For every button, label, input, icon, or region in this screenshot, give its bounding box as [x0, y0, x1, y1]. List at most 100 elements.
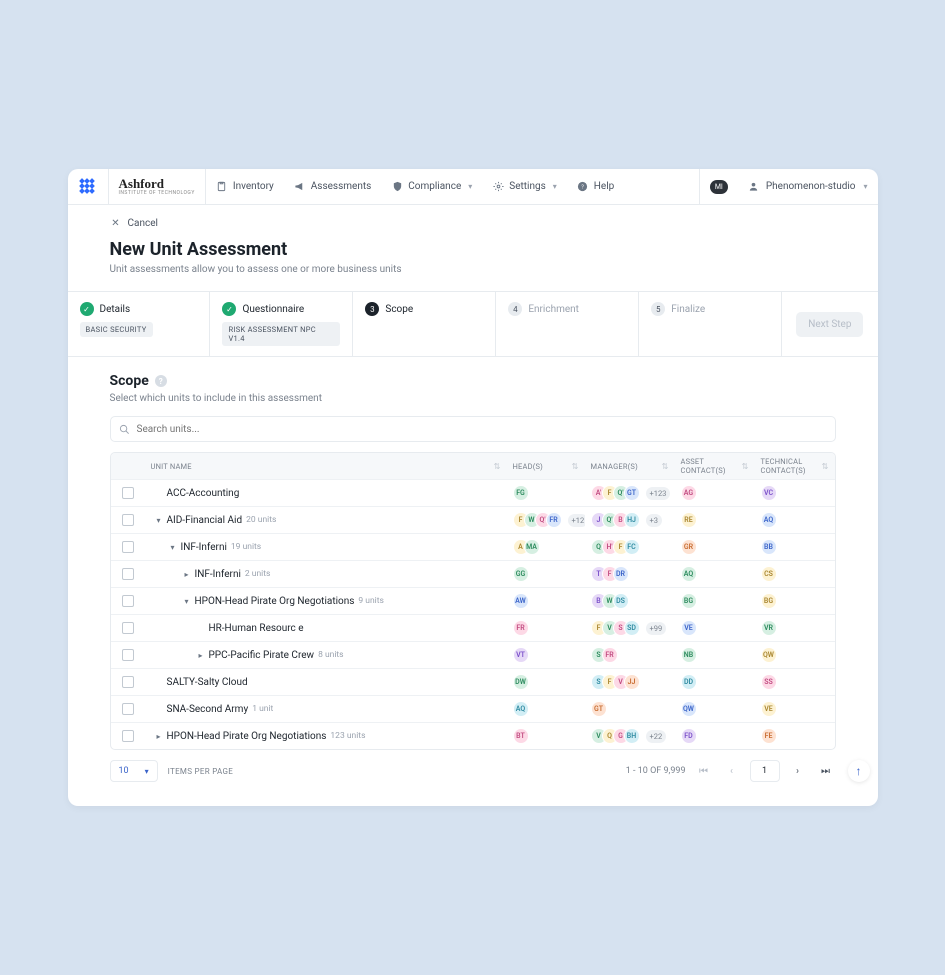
table-row[interactable]: ACC-AccountingFGA'FQ'GT+123AGVC [111, 479, 835, 506]
next-step-button[interactable]: Next Step [796, 312, 863, 337]
avatar[interactable]: BT [513, 728, 529, 744]
avatar-overflow[interactable]: +123 [646, 487, 671, 500]
notif-badge[interactable]: MI [710, 180, 728, 194]
avatar[interactable]: GG [513, 566, 529, 582]
avatar[interactable]: VR [761, 620, 777, 636]
avatar[interactable]: GT [624, 485, 640, 501]
nav-assessments[interactable]: Assessments [284, 169, 382, 204]
table-row[interactable]: HR-Human Resourc eFRFVSSD+99VEVR [111, 614, 835, 641]
table-row[interactable]: SALTY-Salty CloudDWSFVJJDDSS [111, 668, 835, 695]
row-checkbox[interactable] [122, 595, 134, 607]
avatar[interactable]: FR [513, 620, 529, 636]
col-unit[interactable]: UNIT NAME⇅ [145, 462, 507, 471]
nav-compliance[interactable]: Compliance ▾ [381, 169, 482, 204]
table-row[interactable]: SNA-Second Army1 unitAQGTQWVE [111, 695, 835, 722]
row-checkbox[interactable] [122, 730, 134, 742]
table-row[interactable]: ▸HPON-Head Pirate Org Negotiations123 un… [111, 722, 835, 749]
col-managers[interactable]: MANAGER(S)⇅ [585, 462, 675, 471]
search-box[interactable] [110, 416, 836, 442]
step-details[interactable]: ✓Details BASIC SECURITY [68, 292, 211, 356]
page-last-icon[interactable]: ⏭ [816, 761, 836, 781]
avatar[interactable]: AQ [513, 701, 529, 717]
table-row[interactable]: ▾HPON-Head Pirate Org Negotiations9 unit… [111, 587, 835, 614]
search-input[interactable] [137, 424, 827, 435]
avatar[interactable]: FR [602, 647, 618, 663]
avatar-overflow[interactable]: +22 [646, 730, 667, 743]
avatar[interactable]: GT [591, 701, 607, 717]
avatar[interactable]: BB [761, 539, 777, 555]
row-checkbox[interactable] [122, 514, 134, 526]
caret-down-icon[interactable]: ▾ [183, 597, 191, 606]
avatar[interactable]: JJ [624, 674, 640, 690]
avatar[interactable]: VE [761, 701, 777, 717]
table-row[interactable]: ▸INF-Inferni2 unitsGGTFDRAQCS [111, 560, 835, 587]
caret-right-icon[interactable]: ▸ [183, 570, 191, 579]
caret-right-icon[interactable]: ▸ [155, 732, 163, 741]
step-finalize[interactable]: 5Finalize [639, 292, 782, 356]
avatar[interactable]: AQ [681, 566, 697, 582]
avatar[interactable]: DS [613, 593, 629, 609]
avatar[interactable]: AG [681, 485, 697, 501]
avatar-overflow[interactable]: +12 [568, 514, 585, 527]
cancel-button[interactable]: ✕ Cancel [68, 205, 878, 229]
avatar[interactable]: AQ [761, 512, 777, 528]
avatar[interactable]: QW [681, 701, 697, 717]
avatar[interactable]: FD [681, 728, 697, 744]
nav-help[interactable]: ? Help [567, 169, 624, 204]
col-heads[interactable]: HEAD(S)⇅ [507, 462, 585, 471]
avatar-overflow[interactable]: +99 [646, 622, 667, 635]
col-tech[interactable]: TECHNICAL CONTACT(S)⇅ [755, 457, 835, 475]
page-first-icon[interactable]: ⏮ [694, 761, 714, 781]
brand-cell[interactable]: Ashford INSTITUTE OF TECHNOLOGY [109, 169, 206, 204]
avatar[interactable]: CS [761, 566, 777, 582]
col-asset[interactable]: ASSET CONTACT(S)⇅ [675, 457, 755, 475]
row-checkbox[interactable] [122, 703, 134, 715]
avatar-overflow[interactable]: +3 [646, 514, 662, 527]
caret-right-icon[interactable]: ▸ [197, 651, 205, 660]
nav-inventory[interactable]: Inventory [206, 169, 284, 204]
user-menu[interactable]: Phenomenon-studio ▾ [738, 169, 878, 204]
avatar[interactable]: VT [513, 647, 529, 663]
step-scope[interactable]: 3Scope [353, 292, 496, 356]
avatar[interactable]: FC [624, 539, 640, 555]
logo-cell[interactable] [68, 169, 109, 204]
step-enrichment[interactable]: 4Enrichment [496, 292, 639, 356]
caret-down-icon[interactable]: ▾ [155, 516, 163, 525]
row-checkbox[interactable] [122, 649, 134, 661]
table-row[interactable]: ▸PPC-Pacific Pirate Crew8 unitsVTSFRNBQW [111, 641, 835, 668]
avatar[interactable]: DD [681, 674, 697, 690]
avatar[interactable]: FG [513, 485, 529, 501]
per-page-select[interactable]: 10 ▾ [110, 760, 158, 782]
avatar[interactable]: AW [513, 593, 529, 609]
avatar[interactable]: SS [761, 674, 777, 690]
avatar[interactable]: DR [613, 566, 629, 582]
avatar[interactable]: HJ [624, 512, 640, 528]
help-tip-icon[interactable]: ? [155, 375, 167, 387]
step-questionnaire[interactable]: ✓Questionnaire RISK ASSESSMENT NPC V1.4 [210, 292, 353, 356]
avatar[interactable]: DW [513, 674, 529, 690]
avatar[interactable]: VE [681, 620, 697, 636]
row-checkbox[interactable] [122, 541, 134, 553]
page-prev-icon[interactable]: ‹ [722, 761, 742, 781]
row-checkbox[interactable] [122, 487, 134, 499]
avatar[interactable]: RE [681, 512, 697, 528]
caret-down-icon[interactable]: ▾ [169, 543, 177, 552]
nav-settings[interactable]: Settings ▾ [482, 169, 567, 204]
avatar[interactable]: FR [546, 512, 562, 528]
table-row[interactable]: ▾AID-Financial Aid20 unitsFWQ'FR+12JQ'BH… [111, 506, 835, 533]
avatar[interactable]: BG [681, 593, 697, 609]
avatar[interactable]: BH [624, 728, 640, 744]
avatar[interactable]: QW [761, 647, 777, 663]
avatar[interactable]: BG [761, 593, 777, 609]
avatar[interactable]: VC [761, 485, 777, 501]
row-checkbox[interactable] [122, 676, 134, 688]
avatar[interactable]: FE [761, 728, 777, 744]
row-checkbox[interactable] [122, 622, 134, 634]
scroll-top-button[interactable]: ↑ [848, 760, 870, 782]
avatar[interactable]: MA [524, 539, 540, 555]
avatar[interactable]: GR [681, 539, 697, 555]
avatar[interactable]: SD [624, 620, 640, 636]
avatar[interactable]: NB [681, 647, 697, 663]
page-next-icon[interactable]: › [788, 761, 808, 781]
row-checkbox[interactable] [122, 568, 134, 580]
